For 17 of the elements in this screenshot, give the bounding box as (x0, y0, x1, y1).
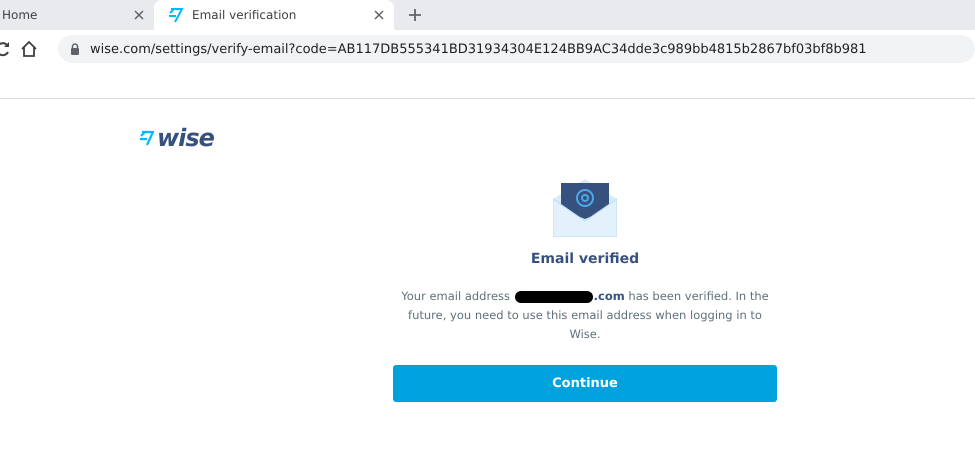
envelope-icon (553, 179, 617, 237)
tab-title: Home (2, 8, 38, 22)
logo-icon (140, 130, 154, 146)
logo-icon (168, 7, 184, 23)
page-title: Email verified (530, 251, 640, 267)
browser-tab[interactable]: Home (0, 0, 154, 30)
lock-icon (70, 43, 80, 55)
logo-text: wise (157, 127, 214, 149)
close-icon[interactable] (134, 10, 144, 20)
home-icon[interactable] (20, 40, 38, 58)
reload-icon[interactable] (0, 41, 10, 57)
close-icon[interactable] (374, 10, 384, 20)
address-bar[interactable]: wise.com/settings/verify-email?code=AB117DB555341BD31934304E124BB9AC34dde3c989bb4815b2867bf03bf8b981 (58, 35, 975, 63)
new-tab-icon[interactable] (408, 8, 422, 22)
verification-message: Your email address .com has been verified. In the future, you need to use this email address when logging in to Wise. (400, 288, 770, 343)
tab-title: Email verification (192, 8, 298, 22)
browser-tab[interactable]: Email verification (154, 0, 394, 30)
